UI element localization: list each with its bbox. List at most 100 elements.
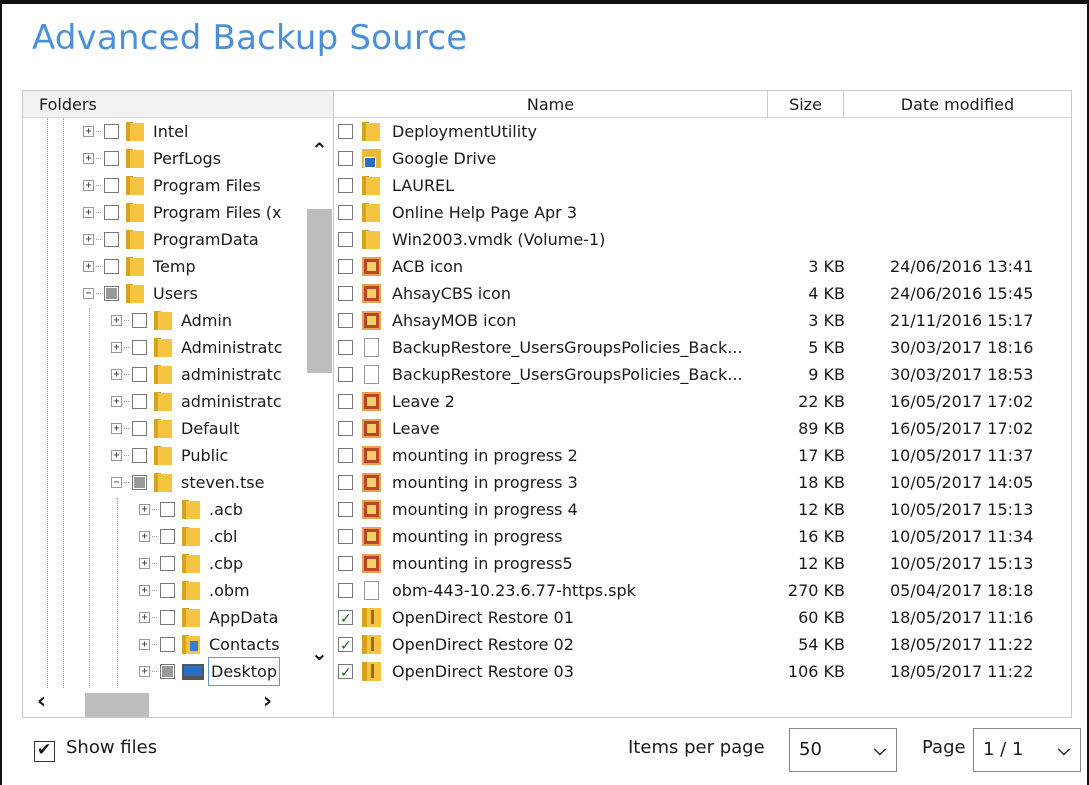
file-checkbox[interactable] xyxy=(338,394,353,409)
folder-checkbox[interactable] xyxy=(132,394,147,409)
expand-icon[interactable]: + xyxy=(139,666,150,677)
file-checkbox[interactable] xyxy=(338,205,353,220)
file-checkbox[interactable] xyxy=(338,660,353,687)
folder-checkbox[interactable] xyxy=(132,421,147,436)
file-checkbox[interactable] xyxy=(338,583,353,598)
file-checkbox[interactable] xyxy=(338,529,353,544)
scroll-down-icon[interactable]: ⌄ xyxy=(311,641,328,665)
folder-checkbox[interactable] xyxy=(160,502,175,517)
folder-tree-horizontal-scroll-thumb[interactable] xyxy=(85,693,149,717)
file-list-row[interactable]: AhsayCBS icon 4 KB 24/06/2016 15:45 xyxy=(334,280,1071,307)
folder-label[interactable]: Program Files (x xyxy=(153,199,282,226)
folder-label[interactable]: AppData xyxy=(209,604,278,631)
folder-checkbox[interactable] xyxy=(132,475,147,490)
folder-tree-node[interactable]: + Admin xyxy=(111,307,232,334)
file-list-row[interactable]: Leave 89 KB 16/05/2017 17:02 xyxy=(334,415,1071,442)
expand-icon[interactable]: + xyxy=(139,504,150,515)
folder-checkbox[interactable] xyxy=(104,178,119,193)
folder-label[interactable]: ProgramData xyxy=(153,226,259,253)
folder-checkbox[interactable] xyxy=(104,259,119,274)
file-list-row[interactable]: BackupRestore_UsersGroupsPolicies_Back..… xyxy=(334,361,1071,388)
folder-checkbox[interactable] xyxy=(160,664,175,679)
expand-icon[interactable]: + xyxy=(83,207,94,218)
expand-icon[interactable]: + xyxy=(83,180,94,191)
scroll-right-icon[interactable]: › xyxy=(263,689,272,714)
file-checkbox[interactable] xyxy=(338,151,353,166)
file-list-row[interactable]: AhsayMOB icon 3 KB 21/11/2016 15:17 xyxy=(334,307,1071,334)
file-list-row[interactable]: LAUREL xyxy=(334,172,1071,199)
folder-label[interactable]: .obm xyxy=(209,577,250,604)
folder-tree-node[interactable]: + administratc xyxy=(111,361,282,388)
file-checkbox[interactable] xyxy=(338,606,353,633)
page-select[interactable]: 1 / 1 ⌵ xyxy=(973,728,1081,772)
expand-icon[interactable]: + xyxy=(139,558,150,569)
folder-tree-node[interactable]: + AppData xyxy=(139,604,278,631)
folder-label[interactable]: administratc xyxy=(181,361,282,388)
file-list-row[interactable]: Win2003.vmdk (Volume-1) xyxy=(334,226,1071,253)
file-list-row[interactable]: mounting in progress 3 18 KB 10/05/2017 14… xyxy=(334,469,1071,496)
folder-label[interactable]: Desktop xyxy=(208,657,280,686)
expand-icon[interactable]: + xyxy=(139,639,150,650)
folder-tree-node[interactable]: + administratc xyxy=(111,388,282,415)
folder-label[interactable]: Temp xyxy=(153,253,196,280)
folder-tree-vertical-scroll-thumb[interactable] xyxy=(307,209,332,373)
folder-tree-node[interactable]: + .acb xyxy=(139,496,243,523)
scroll-left-icon[interactable]: ‹ xyxy=(37,689,46,714)
folder-tree-node[interactable]: + .cbp xyxy=(139,550,243,577)
expand-icon[interactable]: + xyxy=(139,531,150,542)
folder-tree-node[interactable]: + Administratc xyxy=(111,334,283,361)
items-per-page-select[interactable]: 50 ⌵ xyxy=(789,728,897,772)
folder-checkbox[interactable] xyxy=(160,637,175,652)
column-header-date-modified[interactable]: Date modified xyxy=(844,91,1071,118)
folder-tree-horizontal-scrollbar[interactable]: ‹ › xyxy=(23,689,333,717)
expand-icon[interactable]: + xyxy=(139,612,150,623)
folder-checkbox[interactable] xyxy=(160,583,175,598)
file-list-row[interactable]: mounting in progress5 12 KB 10/05/2017 15:… xyxy=(334,550,1071,577)
file-list-row[interactable]: ACB icon 3 KB 24/06/2016 13:41 xyxy=(334,253,1071,280)
folder-checkbox[interactable] xyxy=(104,205,119,220)
column-header-size[interactable]: Size xyxy=(768,91,844,118)
file-checkbox[interactable] xyxy=(338,633,353,660)
collapse-icon[interactable]: − xyxy=(111,477,122,488)
folder-tree-node[interactable]: − Users xyxy=(83,280,198,307)
expand-icon[interactable]: + xyxy=(83,153,94,164)
file-checkbox[interactable] xyxy=(338,421,353,436)
folder-tree-node[interactable]: + ProgramData xyxy=(83,226,259,253)
show-files-label[interactable]: Show files xyxy=(66,737,157,758)
folder-tree-node[interactable]: + Contacts xyxy=(139,631,280,658)
file-list-row[interactable]: OpenDirect Restore 03 106 KB 18/05/2017 11… xyxy=(334,658,1071,687)
file-list-row[interactable]: mounting in progress 4 12 KB 10/05/2017 15… xyxy=(334,496,1071,523)
file-checkbox[interactable] xyxy=(338,178,353,193)
scroll-up-icon[interactable]: ⌃ xyxy=(311,138,328,162)
folder-tree-node[interactable]: + Desktop xyxy=(139,657,280,686)
folder-label[interactable]: Program Files xyxy=(153,172,261,199)
folder-label[interactable]: Admin xyxy=(181,307,232,334)
expand-icon[interactable]: + xyxy=(111,315,122,326)
folder-label[interactable]: Users xyxy=(153,280,198,307)
file-list-row[interactable]: OpenDirect Restore 01 60 KB 18/05/2017 11:… xyxy=(334,604,1071,633)
folder-checkbox[interactable] xyxy=(104,124,119,139)
file-checkbox[interactable] xyxy=(338,556,353,571)
folder-tree[interactable]: + Intel + PerfLogs + Program Files + Program Fi… xyxy=(23,118,323,688)
show-files-checkbox[interactable] xyxy=(34,740,55,762)
folder-tree-node[interactable]: + Temp xyxy=(83,253,196,280)
file-checkbox[interactable] xyxy=(338,286,353,301)
file-list-row[interactable]: BackupRestore_UsersGroupsPolicies_Back..… xyxy=(334,334,1071,361)
folder-label[interactable]: Default xyxy=(181,415,239,442)
collapse-icon[interactable]: − xyxy=(83,288,94,299)
expand-icon[interactable]: + xyxy=(111,396,122,407)
folder-tree-node[interactable]: + Intel xyxy=(83,118,188,145)
file-checkbox[interactable] xyxy=(338,367,353,382)
folder-checkbox[interactable] xyxy=(132,448,147,463)
folder-tree-node[interactable]: + Program Files (x xyxy=(83,199,282,226)
folder-tree-node[interactable]: + PerfLogs xyxy=(83,145,221,172)
file-checkbox[interactable] xyxy=(338,448,353,463)
file-list-row[interactable]: mounting in progress 2 17 KB 10/05/2017 11… xyxy=(334,442,1071,469)
folder-label[interactable]: steven.tse xyxy=(181,469,264,496)
expand-icon[interactable]: + xyxy=(111,423,122,434)
folder-tree-node[interactable]: + .obm xyxy=(139,577,250,604)
file-checkbox[interactable] xyxy=(338,124,353,139)
folder-tree-node[interactable]: + Default xyxy=(111,415,239,442)
folder-tree-node[interactable]: + Public xyxy=(111,442,228,469)
expand-icon[interactable]: + xyxy=(83,234,94,245)
